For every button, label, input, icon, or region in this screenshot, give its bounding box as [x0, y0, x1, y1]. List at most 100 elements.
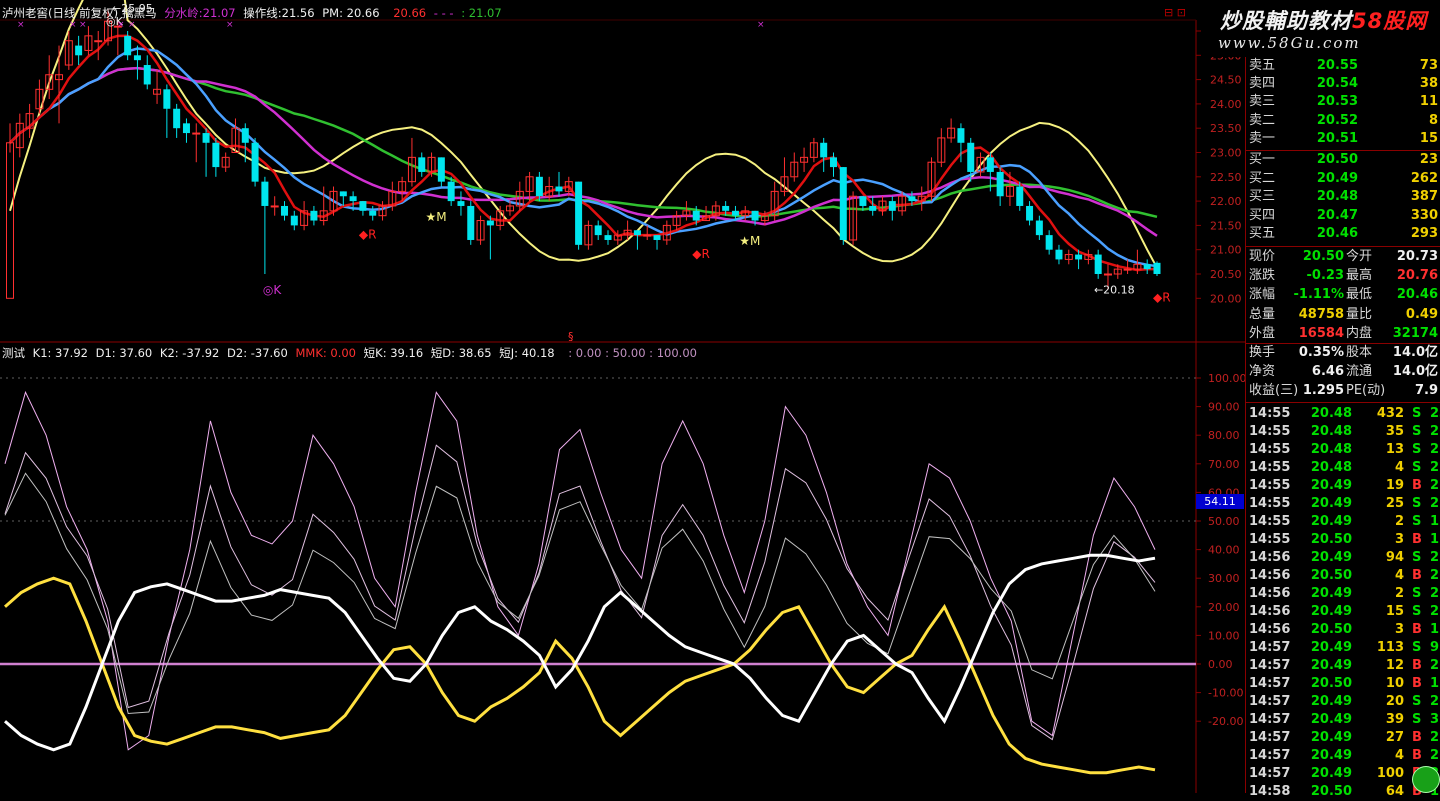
tick-row[interactable]: 14:56 20.49 94 S 2	[1246, 549, 1440, 567]
indicator-name[interactable]: 擒黑马	[122, 6, 157, 20]
bid-volume: 293	[1410, 226, 1438, 242]
bid-row[interactable]: 买三 20.48 387	[1246, 188, 1440, 206]
tail-values: : 0.00 : 50.00 : 100.00	[568, 346, 697, 360]
tick-row[interactable]: 14:56 20.49 2 S 2	[1246, 585, 1440, 603]
sub-indicator-bar: 测试 K1: 37.92 D1: 37.60 K2: -37.92 D2: -3…	[2, 345, 701, 361]
tick-side: S	[1412, 586, 1422, 601]
candle-body-down	[996, 171, 1004, 197]
tick-row[interactable]: 14:55 20.49 19 B 2	[1246, 477, 1440, 495]
tick-side: S	[1412, 640, 1422, 655]
bid-row[interactable]: 买四 20.47 330	[1246, 207, 1440, 225]
tick-count: 1	[1430, 532, 1440, 547]
quote-row: 净资 6.46 流通 14.0亿	[1246, 363, 1440, 381]
kline-chart-area[interactable]: 25.5025.0024.5024.0023.5023.0022.5022.00…	[0, 0, 1247, 793]
ask-row[interactable]: 卖一 20.51 15	[1246, 130, 1440, 148]
tick-row[interactable]: 14:55 20.49 2 S 1	[1246, 513, 1440, 531]
s-marker: §	[568, 330, 574, 343]
tick-row[interactable]: 14:58 20.50 64 B 1	[1246, 783, 1440, 801]
candle-body-down	[751, 210, 759, 221]
tick-row[interactable]: 14:56 20.50 4 B 2	[1246, 567, 1440, 585]
sub-indicator-name[interactable]: 测试	[2, 346, 25, 360]
tick-row[interactable]: 14:55 20.48 432 S 23	[1246, 405, 1440, 423]
tick-volume: 94	[1385, 550, 1404, 565]
tick-volume: 64	[1385, 784, 1404, 799]
tick-time: 14:56	[1249, 568, 1291, 583]
tick-row[interactable]: 14:57 20.49 39 S 3	[1246, 711, 1440, 729]
ask-row[interactable]: 卖五 20.55 73	[1246, 57, 1440, 75]
tick-row[interactable]: 14:55 20.50 3 B 1	[1246, 531, 1440, 549]
tick-volume: 20	[1385, 694, 1404, 709]
tick-time: 14:55	[1249, 406, 1291, 421]
osc-thin-mauve-line	[4, 444, 1156, 741]
candle-body-down	[604, 235, 612, 240]
tick-side: B	[1412, 532, 1422, 547]
bid-volume: 387	[1410, 189, 1438, 205]
tick-row[interactable]: 14:55 20.48 4 S 2	[1246, 459, 1440, 477]
tick-volume: 4	[1394, 460, 1404, 475]
ind-tick-label: 80.00	[1208, 429, 1240, 442]
tick-row[interactable]: 14:57 20.49 113 S 9	[1246, 639, 1440, 657]
ask-row[interactable]: 卖三 20.53 11	[1246, 93, 1440, 111]
tick-price: 20.48	[1310, 460, 1352, 475]
tick-row[interactable]: 14:55 20.48 13 S 2	[1246, 441, 1440, 459]
tick-time: 14:57	[1249, 658, 1291, 673]
quote-panel: 卖五 20.55 73 卖四 20.54 38 卖三 20.53 11 卖二 2…	[1245, 0, 1440, 799]
quote-value: -0.23	[1306, 268, 1344, 284]
bid-row[interactable]: 买五 20.46 293	[1246, 225, 1440, 243]
tick-count: 2	[1430, 424, 1440, 439]
corner-circle-button[interactable]	[1412, 766, 1440, 793]
tick-volume: 3	[1394, 532, 1404, 547]
candle-body-down	[967, 142, 975, 172]
candle-body-down	[1035, 220, 1043, 236]
tick-price: 20.49	[1310, 478, 1352, 493]
ind-tick-label: -20.00	[1208, 715, 1243, 728]
tick-side: S	[1412, 604, 1422, 619]
ask-label: 卖三	[1249, 94, 1276, 110]
ask-volume: 8	[1428, 112, 1438, 128]
tick-price: 20.48	[1310, 424, 1352, 439]
tick-row[interactable]: 14:55 20.48 35 S 2	[1246, 423, 1440, 441]
tick-row[interactable]: 14:57 20.49 4 B 2	[1246, 747, 1440, 765]
ind-tick-label: 30.00	[1208, 572, 1240, 585]
tick-time: 14:55	[1249, 460, 1291, 475]
k1-value: K1: 37.92	[32, 346, 88, 360]
tick-row[interactable]: 14:57 20.49 20 S 2	[1246, 693, 1440, 711]
tick-row[interactable]: 14:57 20.49 12 B 2	[1246, 657, 1440, 675]
ask-price: 20.54	[1316, 76, 1358, 92]
ask-volume: 11	[1419, 94, 1438, 110]
tick-count: 2	[1430, 550, 1440, 565]
quote-label-2: 今开	[1346, 249, 1373, 264]
quote-label: 总量	[1249, 306, 1276, 322]
ask-row[interactable]: 卖四 20.54 38	[1246, 75, 1440, 93]
tick-count: 9	[1430, 640, 1440, 655]
tick-row[interactable]: 14:57 20.50 10 B 1	[1246, 675, 1440, 693]
chart-canvas[interactable]: 25.5025.0024.5024.0023.5023.0022.5022.00…	[0, 0, 1247, 793]
bid-row[interactable]: 买二 20.49 262	[1246, 170, 1440, 188]
tick-row[interactable]: 14:57 20.49 100 B 2	[1246, 765, 1440, 783]
tick-count: 2	[1430, 748, 1440, 763]
candle-body-down	[359, 201, 367, 211]
banner-url: www.58Gu.com	[1218, 34, 1361, 52]
tick-side: S	[1412, 550, 1422, 565]
price-tick-label: 24.00	[1210, 98, 1242, 111]
tick-price: 20.50	[1310, 622, 1352, 637]
ind-tick-label: 90.00	[1208, 401, 1240, 414]
main-indicator-bar: 泸州老窖(日线 前复权) 擒黑马 分水岭:21.07 操作线:21.56 PM: …	[2, 5, 506, 21]
tick-row[interactable]: 14:56 20.50 3 B 1	[1246, 621, 1440, 639]
ask-row[interactable]: 卖二 20.52 8	[1246, 112, 1440, 130]
ask-label: 卖四	[1249, 76, 1276, 92]
candle-body-down	[731, 210, 739, 216]
tick-price: 20.49	[1310, 550, 1352, 565]
tick-row[interactable]: 14:57 20.49 27 B 2	[1246, 729, 1440, 747]
tick-row[interactable]: 14:55 20.49 25 S 2	[1246, 495, 1440, 513]
quote-row: 涨幅 -1.11% 最低 20.46	[1246, 286, 1440, 304]
price-tick-label: 20.50	[1210, 268, 1242, 281]
value-3: 20.66	[393, 6, 427, 20]
bid-volume: 23	[1419, 152, 1438, 167]
tick-count: 2	[1430, 658, 1440, 673]
tick-row[interactable]: 14:56 20.49 15 S 2	[1246, 603, 1440, 621]
tick-price: 20.50	[1310, 568, 1352, 583]
bid-row[interactable]: 买一 20.50 23	[1246, 151, 1440, 169]
tick-price: 20.49	[1310, 586, 1352, 601]
chart-control-icons[interactable]: ⊟ ⊡	[1164, 6, 1186, 19]
